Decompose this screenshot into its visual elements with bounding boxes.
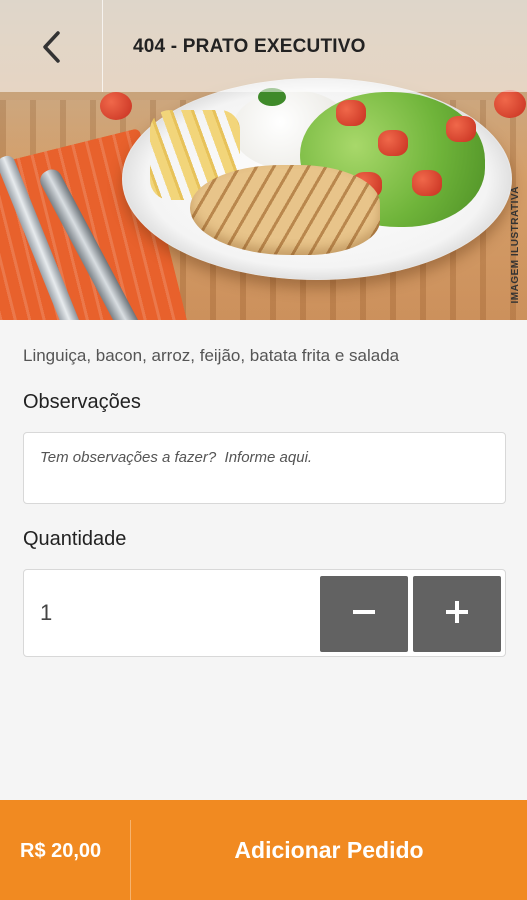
minus-icon <box>351 599 377 630</box>
quantity-label: Quantidade <box>23 528 127 550</box>
chevron-left-icon <box>40 30 62 69</box>
image-caption: IMAGEM ILUSTRATIVA <box>510 186 521 304</box>
tomato-graphic <box>446 116 476 142</box>
quantity-value[interactable]: 1 <box>40 600 52 626</box>
back-button[interactable] <box>28 26 74 72</box>
order-footer: R$ 20,00 Adicionar Pedido <box>0 800 527 900</box>
increment-button[interactable] <box>413 576 501 652</box>
product-description: Linguiça, bacon, arroz, feijão, batata f… <box>23 346 400 365</box>
tomato-graphic <box>378 130 408 156</box>
tomato-graphic <box>336 100 366 126</box>
tomato-graphic <box>412 170 442 196</box>
plus-icon <box>444 599 470 630</box>
header-divider <box>102 0 103 92</box>
chevron-left-icon-svg <box>43 30 60 63</box>
quantity-stepper: 1 <box>23 569 506 657</box>
add-order-label: Adicionar Pedido <box>234 836 424 863</box>
observations-input[interactable] <box>23 432 506 504</box>
observations-label: Observações <box>23 391 141 413</box>
decrement-button[interactable] <box>320 576 408 652</box>
tomato-graphic <box>494 90 526 118</box>
add-order-button[interactable]: Adicionar Pedido <box>131 800 527 900</box>
page-title: 404 - PRATO EXECUTIVO <box>133 36 366 57</box>
app-header: 404 - PRATO EXECUTIVO <box>0 0 527 92</box>
price-label: R$ 20,00 <box>20 840 102 862</box>
tomato-graphic <box>100 92 132 120</box>
